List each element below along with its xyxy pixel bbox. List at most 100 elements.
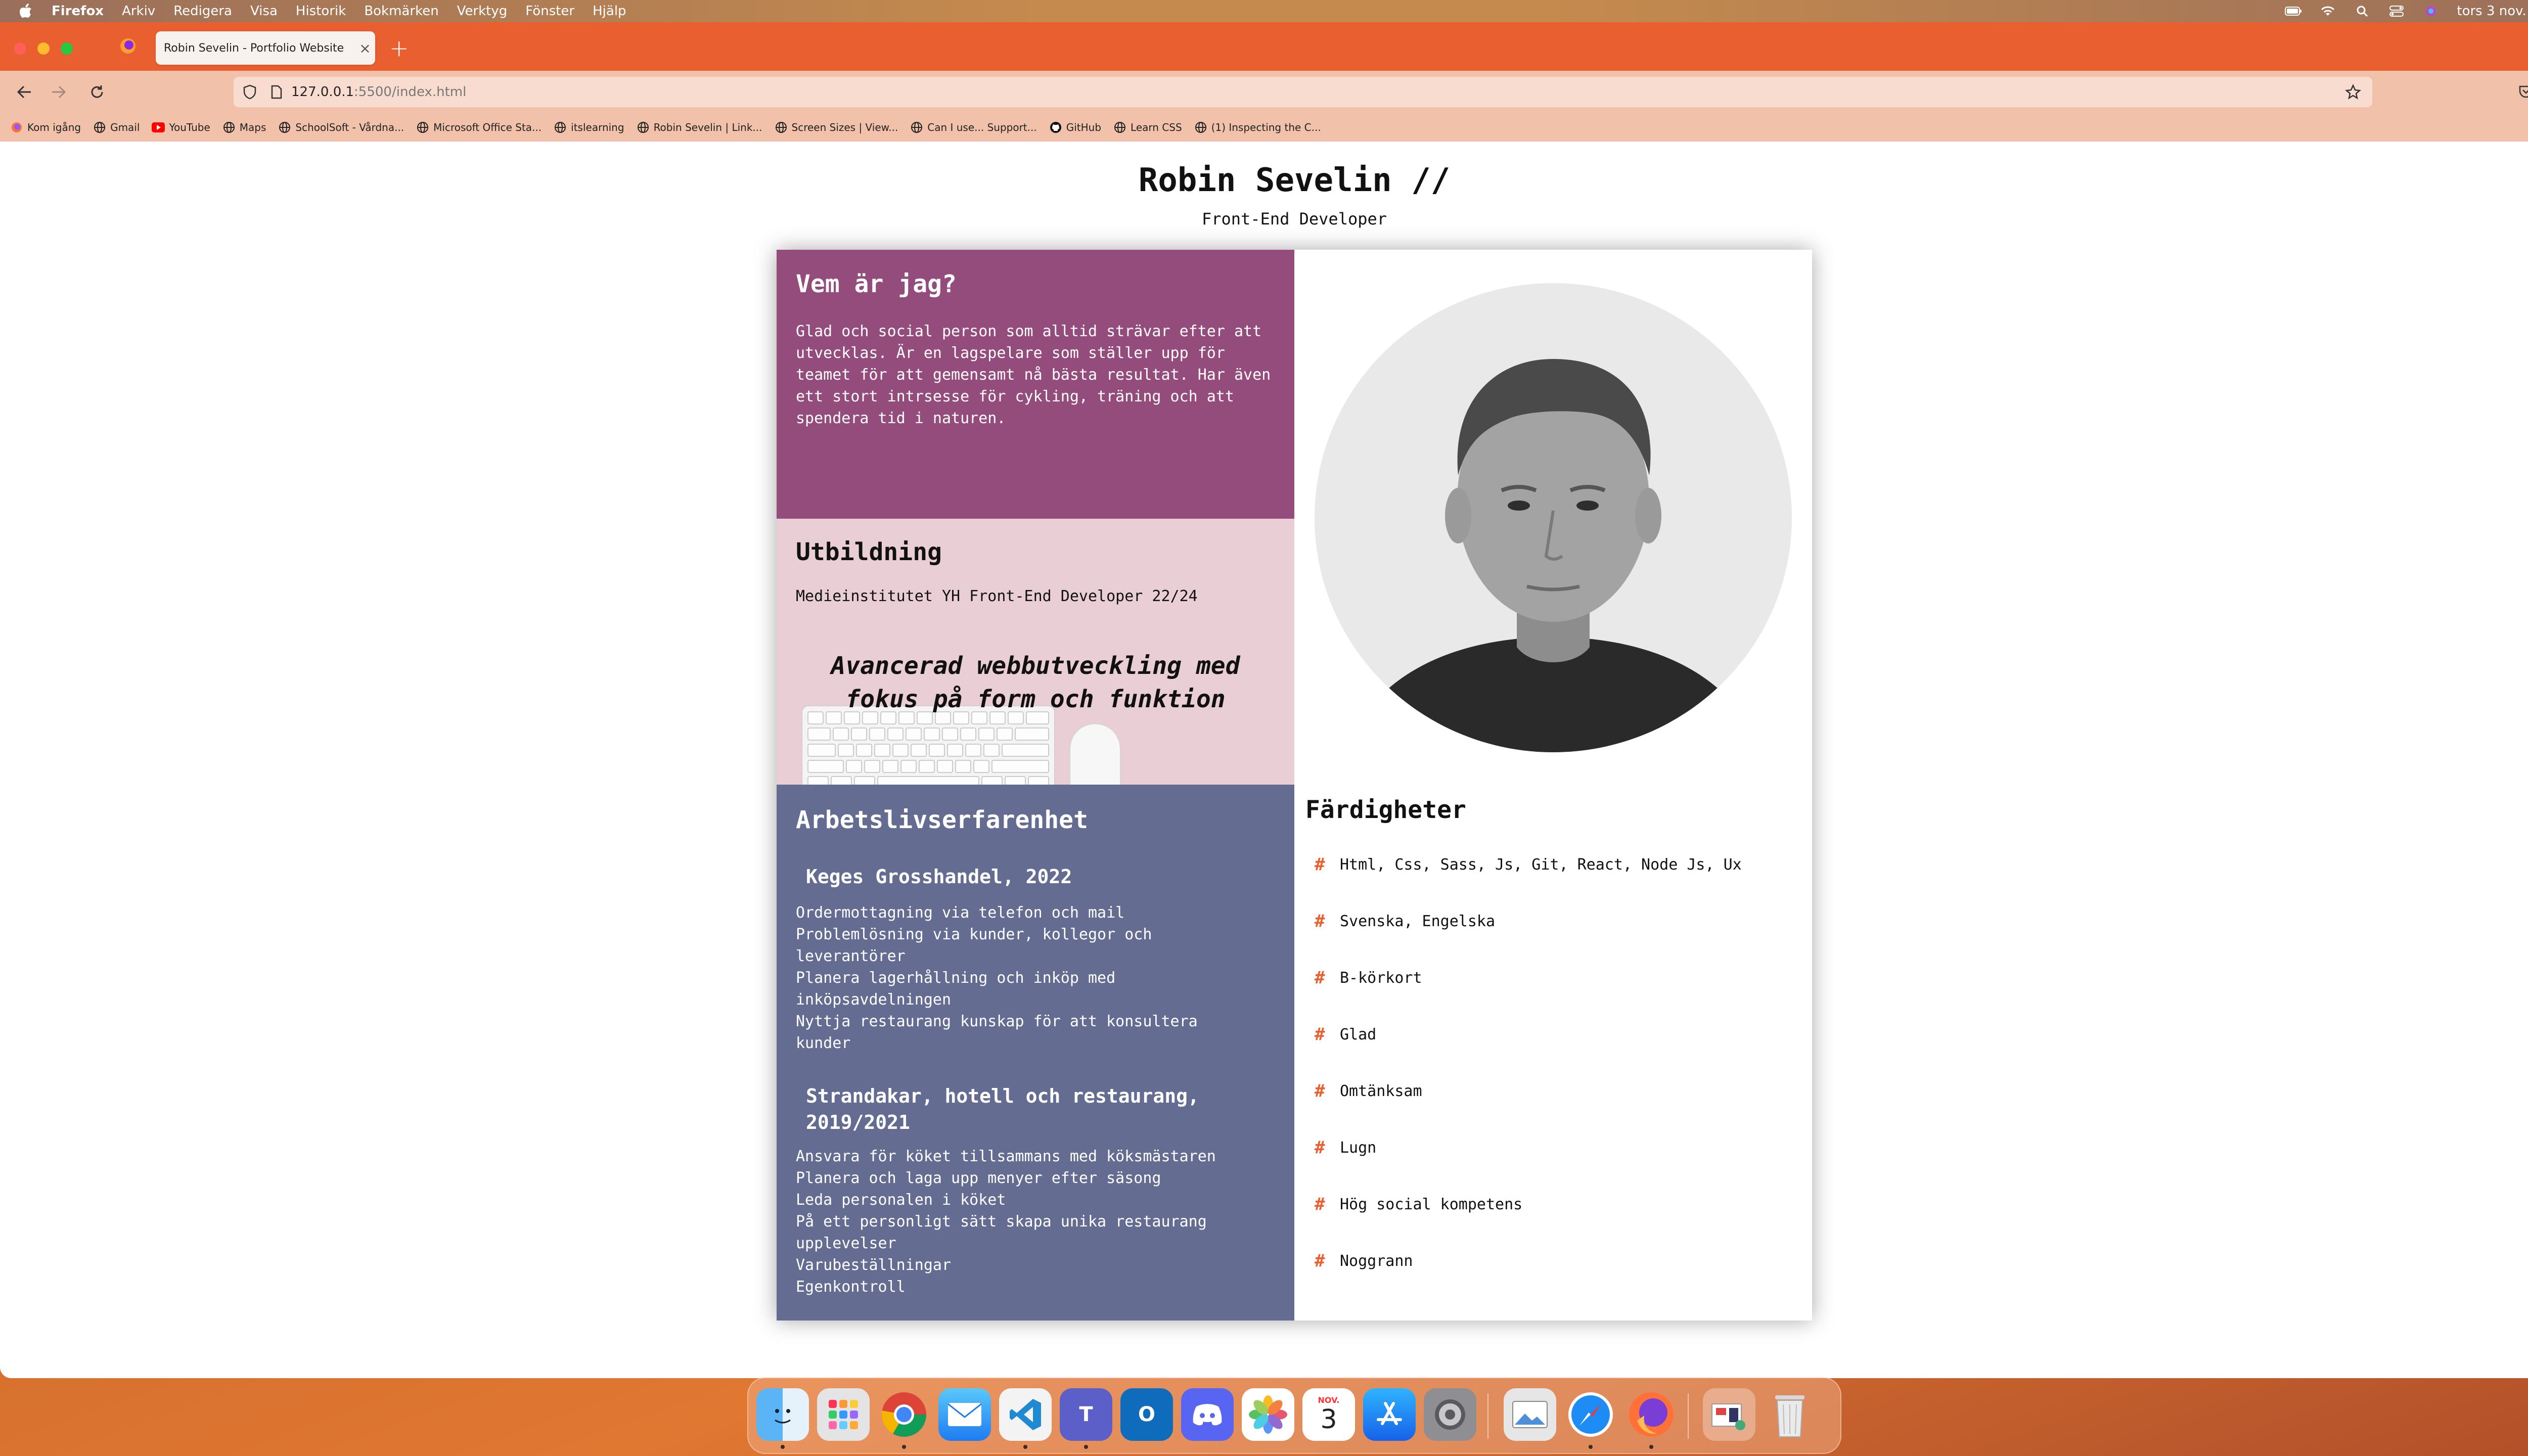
bookmark-label: Gmail (110, 121, 140, 133)
menu-fonster[interactable]: Fönster (525, 4, 574, 19)
system-settings-icon[interactable] (1424, 1388, 1476, 1441)
url-text[interactable]: 127.0.0.1:5500/index.html (291, 84, 466, 100)
dock-separator (1688, 1393, 1689, 1439)
bookmark-item[interactable]: Kom igång (10, 121, 81, 134)
menu-historik[interactable]: Historik (296, 4, 346, 19)
bookmark-item[interactable]: SchoolSoft - Vårdna... (278, 121, 404, 134)
finder-icon[interactable] (756, 1388, 809, 1441)
outlook-icon[interactable]: O (1120, 1388, 1173, 1441)
youtube-icon (152, 121, 165, 134)
bookmark-item[interactable]: Robin Sevelin | Link... (637, 121, 762, 134)
job-duty: Varubeställningar (796, 1256, 952, 1274)
job-duty: Planera lagerhållning och inköp med (796, 969, 1116, 987)
bookmark-item[interactable]: YouTube (152, 121, 210, 134)
minimize-window-button[interactable] (37, 42, 50, 55)
control-center-icon[interactable] (2388, 5, 2405, 17)
skill-label: B-körkort (1340, 969, 1422, 987)
job-duties: Ordermottagning via telefon och mail Pro… (796, 902, 1281, 1054)
running-indicator (1589, 1445, 1593, 1449)
apple-menu-icon[interactable] (18, 3, 33, 20)
skill-item: # Hög social kompetens (1315, 1194, 1522, 1214)
firefox-view-icon[interactable] (119, 37, 137, 55)
bookmark-item[interactable]: Gmail (93, 121, 140, 134)
menu-app-name[interactable]: Firefox (52, 4, 104, 19)
close-tab-icon[interactable]: × (355, 40, 375, 57)
web-page: Robin Sevelin // Front-End Developer Vem… (0, 142, 2528, 1378)
job-duty: kunder (796, 1034, 851, 1052)
skill-label: Omtänksam (1340, 1082, 1422, 1100)
forward-button[interactable] (48, 81, 70, 103)
running-indicator (1649, 1445, 1653, 1449)
site-title: Robin Sevelin // (1138, 162, 1451, 199)
tab-title: Robin Sevelin - Portfolio Website (164, 41, 344, 55)
macos-dock: T O NOV. 3 (747, 1377, 1841, 1454)
firefox-icon[interactable] (1625, 1388, 1678, 1441)
menu-hjalp[interactable]: Hjälp (593, 4, 626, 19)
close-window-button[interactable] (14, 42, 26, 55)
pocket-icon[interactable] (2516, 82, 2528, 102)
siri-icon[interactable] (2422, 5, 2440, 17)
bookmark-star-icon[interactable] (2344, 83, 2362, 101)
menu-bokmarken[interactable]: Bokmärken (364, 4, 438, 19)
skills-section: Färdigheter # Html, Css, Sass, Js, Git, R… (1294, 785, 1812, 1321)
chrome-icon[interactable] (878, 1388, 930, 1441)
bookmark-item[interactable]: itslearning (554, 121, 624, 134)
clock[interactable]: tors 3 nov. 10:09 (2457, 4, 2528, 19)
url-bar[interactable]: 127.0.0.1:5500/index.html (234, 77, 2372, 107)
job-duty: inköpsavdelningen (796, 991, 952, 1009)
page-info-icon[interactable] (269, 83, 284, 101)
bookmark-label: YouTube (169, 121, 210, 133)
calendar-icon[interactable]: NOV. 3 (1302, 1388, 1355, 1441)
bookmark-item[interactable]: Can I use... Support... (910, 121, 1037, 134)
mail-icon[interactable] (938, 1388, 991, 1441)
portfolio-card: Vem är jag? Glad och social person som a… (777, 250, 1812, 1321)
spotlight-search-icon[interactable] (2354, 5, 2371, 17)
photos-icon[interactable] (1242, 1388, 1294, 1441)
hash-icon: # (1315, 911, 1325, 931)
bookmark-item[interactable]: Maps (222, 121, 266, 134)
about-section: Vem är jag? Glad och social person som a… (777, 250, 1294, 519)
globe-icon (1194, 121, 1207, 134)
discord-icon[interactable] (1181, 1388, 1234, 1441)
app-store-icon[interactable] (1363, 1388, 1416, 1441)
bookmark-item[interactable]: (1) Inspecting the C... (1194, 121, 1321, 134)
job-duty: Planera och laga upp menyer efter säsong (796, 1169, 1161, 1187)
menu-arkiv[interactable]: Arkiv (122, 4, 155, 19)
calendar-month: NOV. (1318, 1395, 1340, 1405)
menu-visa[interactable]: Visa (250, 4, 278, 19)
vscode-icon[interactable] (999, 1388, 1052, 1441)
skills-heading: Färdigheter (1305, 796, 1466, 824)
globe-icon (278, 121, 291, 134)
skill-label: Html, Css, Sass, Js, Git, React, Node Js… (1340, 855, 1742, 874)
tracking-protection-shield-icon[interactable] (241, 83, 259, 101)
site-subtitle: Front-End Developer (1201, 209, 1387, 229)
bookmark-item[interactable]: Learn CSS (1113, 121, 1182, 134)
running-indicator (781, 1445, 785, 1449)
reload-button[interactable] (86, 81, 108, 103)
skill-label: Svenska, Engelska (1340, 912, 1496, 930)
menu-verktyg[interactable]: Verktyg (457, 4, 508, 19)
macos-menu-bar: Firefox Arkiv Redigera Visa Historik Bok… (0, 0, 2528, 22)
window-controls (14, 42, 73, 55)
tab-active[interactable]: Robin Sevelin - Portfolio Website × (156, 31, 375, 65)
bookmark-label: Learn CSS (1131, 121, 1182, 133)
running-indicator (1023, 1445, 1027, 1449)
globe-icon (775, 121, 788, 134)
trash-icon[interactable] (1764, 1388, 1816, 1441)
bookmark-label: Maps (239, 121, 266, 133)
zoom-window-button[interactable] (61, 42, 73, 55)
new-tab-button[interactable]: + (389, 34, 409, 62)
launchpad-icon[interactable] (817, 1388, 870, 1441)
teams-icon[interactable]: T (1060, 1388, 1112, 1441)
menu-redigera[interactable]: Redigera (173, 4, 232, 19)
battery-icon[interactable] (2285, 5, 2302, 17)
bookmark-item[interactable]: GitHub (1049, 121, 1101, 134)
bookmark-item[interactable]: Microsoft Office Sta... (416, 121, 541, 134)
preview-icon[interactable] (1504, 1388, 1556, 1441)
safari-icon[interactable] (1564, 1388, 1617, 1441)
back-button[interactable] (13, 81, 35, 103)
downloads-stack-icon[interactable] (1703, 1388, 1755, 1441)
bookmark-item[interactable]: Screen Sizes | View... (775, 121, 898, 134)
hash-icon: # (1315, 1138, 1325, 1158)
wifi-icon[interactable] (2319, 5, 2336, 17)
